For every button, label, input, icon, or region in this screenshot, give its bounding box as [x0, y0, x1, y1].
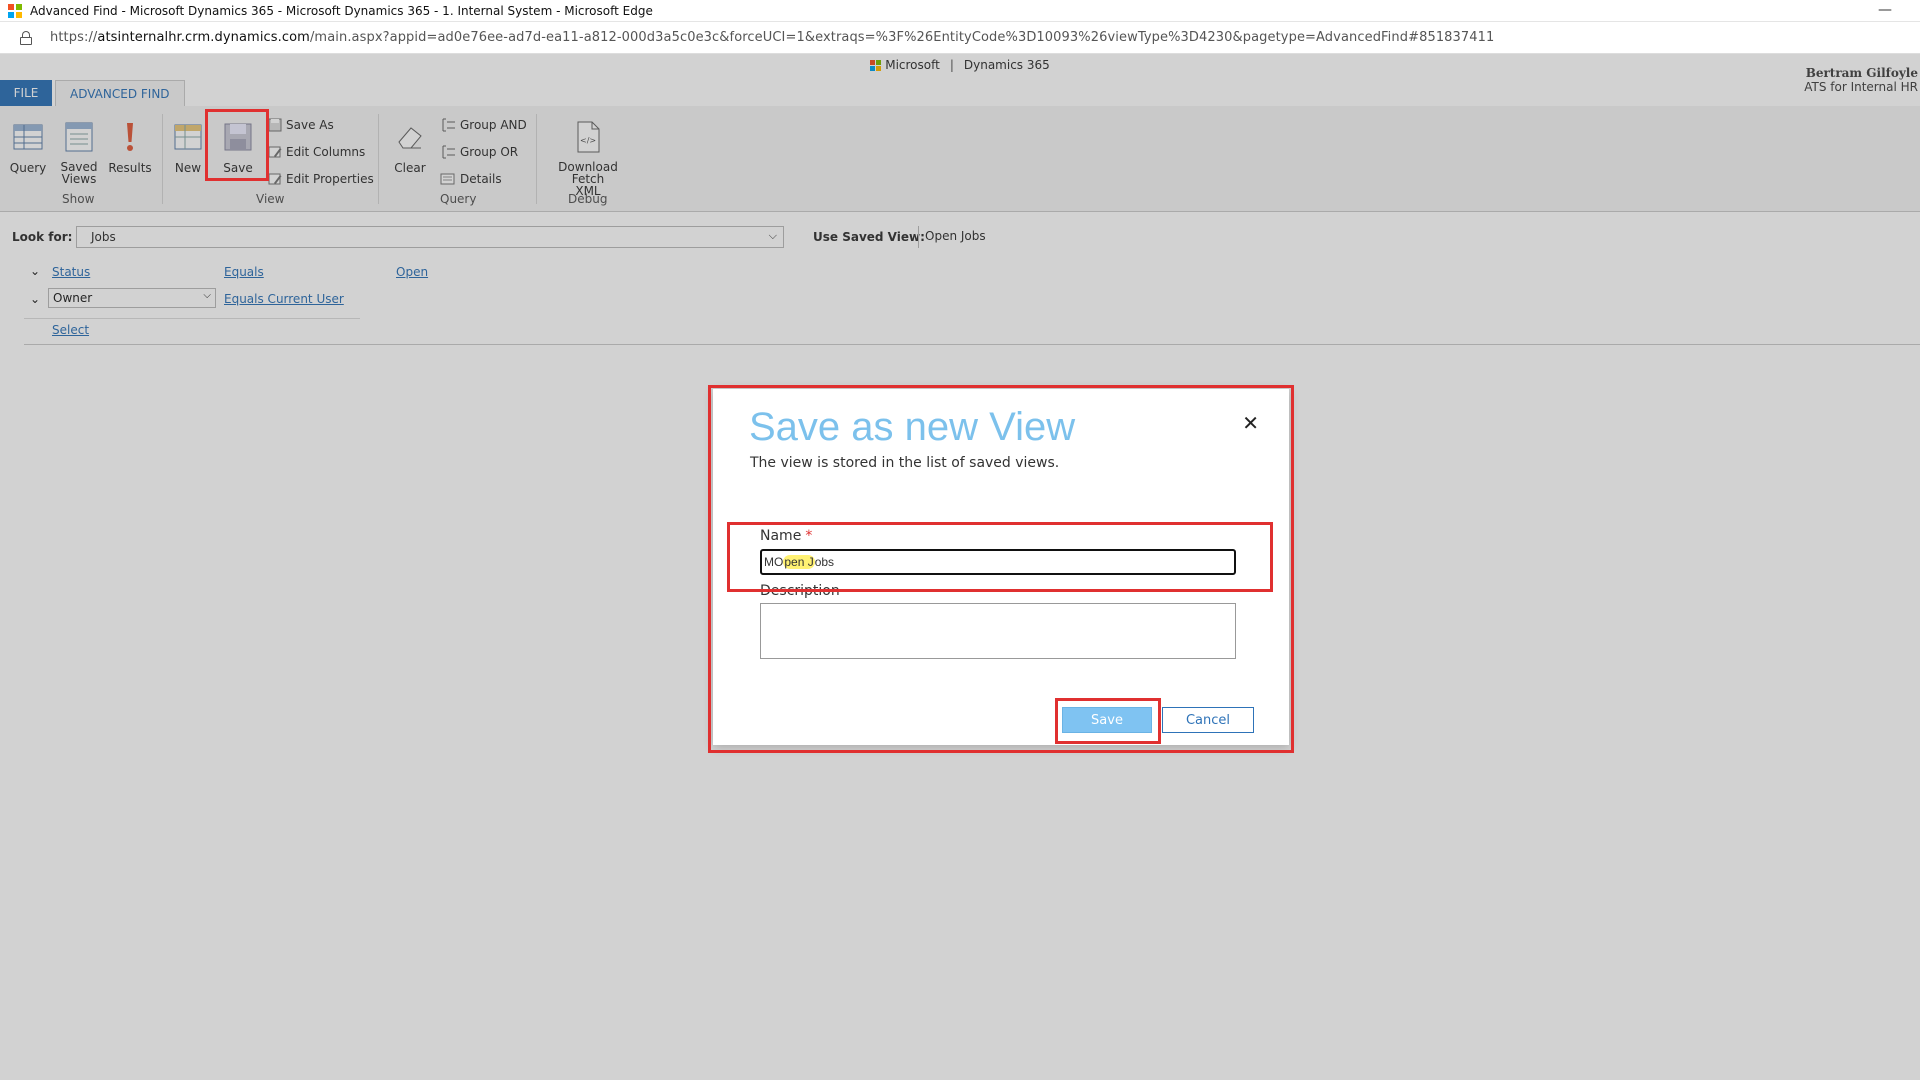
lock-icon[interactable] — [20, 30, 32, 45]
address-bar[interactable]: https://atsinternalhr.crm.dynamics.com/m… — [0, 22, 1920, 54]
required-asterisk: * — [805, 528, 813, 544]
name-field-label: Name * — [760, 528, 813, 544]
cancel-button[interactable]: Cancel — [1162, 707, 1254, 733]
cursor-highlight: pen J — [783, 555, 815, 569]
name-input[interactable]: MO pen Jobs — [760, 549, 1236, 575]
window-title: Advanced Find - Microsoft Dynamics 365 -… — [30, 3, 653, 18]
window-titlebar: Advanced Find - Microsoft Dynamics 365 -… — [0, 0, 1920, 22]
microsoft-logo-icon — [8, 3, 22, 18]
close-icon[interactable]: ✕ — [1242, 411, 1259, 435]
dialog-title: Save as new View — [749, 405, 1076, 449]
dialog-subtitle: The view is stored in the list of saved … — [750, 455, 1060, 471]
save-as-new-view-dialog: Save as new View The view is stored in t… — [713, 389, 1289, 745]
description-textarea[interactable] — [760, 603, 1236, 659]
minimize-button[interactable]: — — [1878, 2, 1892, 18]
save-button[interactable]: Save — [1062, 707, 1152, 733]
description-field-label: Description — [760, 583, 840, 599]
url-text[interactable]: https://atsinternalhr.crm.dynamics.com/m… — [50, 30, 1494, 45]
